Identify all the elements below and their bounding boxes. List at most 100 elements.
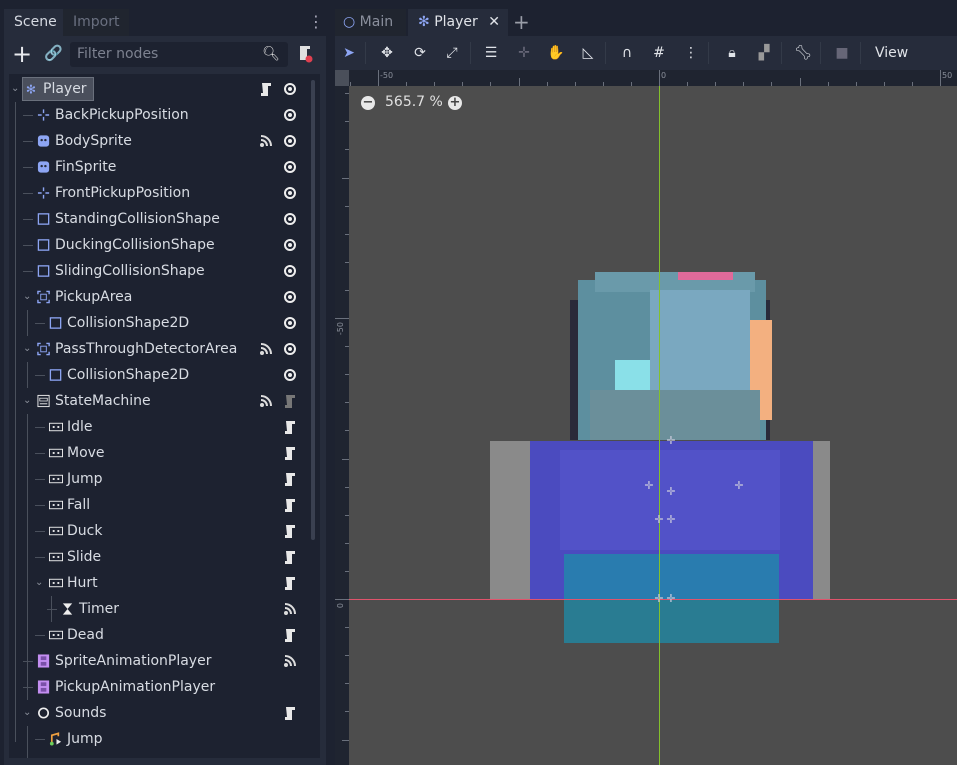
zoom-in-icon[interactable]: + — [448, 96, 462, 110]
visibility-eye-icon[interactable] — [283, 107, 297, 123]
dock-menu-icon[interactable]: ⋮ — [308, 12, 324, 32]
tree-item[interactable]: ⌄ Sounds — [9, 700, 309, 726]
position-marker-icon[interactable]: ✛ — [653, 514, 665, 526]
bone-icon[interactable]: 🦴︎ — [794, 44, 812, 62]
script-icon[interactable] — [283, 627, 297, 643]
tab-scene[interactable]: Scene — [4, 9, 67, 36]
filter-nodes-input[interactable]: Filter nodes 🔍︎ — [70, 42, 288, 67]
tree-item[interactable]: FinSprite — [9, 154, 309, 180]
visibility-eye-icon[interactable] — [283, 315, 297, 331]
tree-item[interactable]: StandingCollisionShape — [9, 206, 309, 232]
new-scene-button[interactable]: + — [513, 9, 530, 36]
add-node-button[interactable]: + — [12, 42, 32, 66]
script-icon[interactable] — [283, 445, 297, 461]
visibility-eye-icon[interactable] — [283, 263, 297, 279]
zoom-out-icon[interactable]: − — [361, 96, 375, 110]
tree-item[interactable]: Move — [9, 440, 309, 466]
horizontal-ruler[interactable]: -50 0 50 — [335, 70, 957, 86]
smart-snap-icon[interactable]: ∩ — [618, 44, 636, 62]
tree-item[interactable]: Idle — [9, 414, 309, 440]
script-icon[interactable] — [283, 471, 297, 487]
pan-tool-icon[interactable]: ✋ — [547, 44, 565, 62]
tree-item[interactable]: BackPickupPosition — [9, 102, 309, 128]
signal-icon[interactable] — [283, 601, 297, 617]
canvas-viewport[interactable]: ✛ ✛ ✛ ✛ ✛ ✛ ✛ ✛ − 565.7 % + — [349, 86, 957, 765]
position-marker-icon[interactable]: ✛ — [665, 593, 677, 605]
visibility-eye-icon[interactable] — [283, 341, 297, 357]
script-icon[interactable] — [283, 523, 297, 539]
tree-item[interactable]: ⌄ Hurt — [9, 570, 309, 596]
list-select-icon[interactable]: ☰ — [482, 44, 500, 62]
instance-scene-icon[interactable]: 🔗 — [44, 44, 63, 62]
pivot-tool-icon[interactable]: ✛ — [515, 44, 533, 62]
view-menu[interactable]: View — [875, 44, 915, 62]
grid-snap-icon[interactable]: # — [650, 44, 668, 62]
script-icon[interactable] — [259, 81, 273, 97]
tree-item[interactable]: PickupAnimationPlayer — [9, 674, 309, 700]
signal-icon[interactable] — [259, 133, 273, 149]
scale-tool-icon[interactable]: ⤢ — [443, 44, 461, 62]
tree-item[interactable]: CollisionShape2D — [9, 362, 309, 388]
zoom-level[interactable]: 565.7 % — [385, 94, 443, 110]
script-icon[interactable] — [283, 393, 297, 409]
tree-item[interactable]: ⌄ ✻ Player — [9, 76, 309, 102]
tree-item[interactable]: Jump — [9, 726, 309, 752]
detach-script-icon[interactable] — [297, 44, 313, 64]
camera-override-icon[interactable]: ■ — [833, 44, 851, 62]
script-icon[interactable] — [283, 497, 297, 513]
expand-arrow-icon[interactable]: ⌄ — [23, 700, 33, 726]
tree-item[interactable]: ⌄ PassThroughDetectorArea — [9, 336, 309, 362]
visibility-eye-icon[interactable] — [283, 237, 297, 253]
script-icon[interactable] — [283, 705, 297, 721]
visibility-eye-icon[interactable] — [283, 185, 297, 201]
script-icon[interactable] — [283, 575, 297, 591]
visibility-eye-icon[interactable] — [283, 289, 297, 305]
tree-scrollbar[interactable] — [311, 80, 315, 540]
visibility-eye-icon[interactable] — [283, 159, 297, 175]
select-tool-icon[interactable]: ➤ — [340, 44, 358, 62]
tree-item[interactable]: CollisionShape2D — [9, 310, 309, 336]
tree-item[interactable]: Fall — [9, 492, 309, 518]
signal-icon[interactable] — [283, 653, 297, 669]
position-marker-icon[interactable]: ✛ — [665, 514, 677, 526]
tree-item[interactable]: SlidingCollisionShape — [9, 258, 309, 284]
expand-arrow-icon[interactable]: ⌄ — [23, 336, 33, 362]
tree-item[interactable]: BodySprite — [9, 128, 309, 154]
script-icon[interactable] — [283, 549, 297, 565]
expand-arrow-icon[interactable]: ⌄ — [23, 388, 33, 414]
tree-item[interactable]: ⌄ PickupArea — [9, 284, 309, 310]
position-marker-icon[interactable]: ✛ — [665, 486, 677, 498]
tree-item[interactable]: FrontPickupPosition — [9, 180, 309, 206]
tree-item[interactable]: Slide — [9, 544, 309, 570]
tree-item[interactable]: ⌄ StateMachine — [9, 388, 309, 414]
visibility-eye-icon[interactable] — [283, 81, 297, 97]
close-icon[interactable]: ✕ — [488, 14, 500, 30]
visibility-eye-icon[interactable] — [283, 367, 297, 383]
signal-icon[interactable] — [259, 393, 273, 409]
snap-options-icon[interactable]: ⋮ — [682, 44, 700, 62]
scene-tab-player[interactable]: ✻ Player ✕ — [408, 9, 508, 36]
scene-tab-main[interactable]: ○ Main — [335, 9, 406, 36]
rotate-tool-icon[interactable]: ⟳ — [411, 44, 429, 62]
tree-item[interactable]: Jump — [9, 466, 309, 492]
tree-item[interactable]: Timer — [9, 596, 309, 622]
tree-item[interactable]: Dead — [9, 622, 309, 648]
expand-arrow-icon[interactable]: ⌄ — [11, 76, 21, 102]
position-marker-icon[interactable]: ✛ — [653, 593, 665, 605]
script-icon[interactable] — [283, 419, 297, 435]
ruler-tool-icon[interactable]: ◺ — [579, 44, 597, 62]
visibility-eye-icon[interactable] — [283, 211, 297, 227]
tab-import[interactable]: Import — [63, 9, 130, 36]
signal-icon[interactable] — [259, 341, 273, 357]
move-tool-icon[interactable]: ✥ — [378, 44, 396, 62]
tree-item[interactable]: SpriteAnimationPlayer — [9, 648, 309, 674]
position-marker-icon[interactable]: ✛ — [665, 435, 677, 447]
visibility-eye-icon[interactable] — [283, 133, 297, 149]
position-marker-icon[interactable]: ✛ — [733, 480, 745, 492]
tree-item[interactable]: DuckingCollisionShape — [9, 232, 309, 258]
lock-icon[interactable]: 🔒︎ — [723, 44, 741, 62]
expand-arrow-icon[interactable]: ⌄ — [35, 570, 45, 596]
tree-item[interactable]: Duck — [9, 518, 309, 544]
group-icon[interactable]: ▞ — [755, 44, 773, 62]
vertical-ruler[interactable]: -50 0 — [335, 86, 349, 765]
